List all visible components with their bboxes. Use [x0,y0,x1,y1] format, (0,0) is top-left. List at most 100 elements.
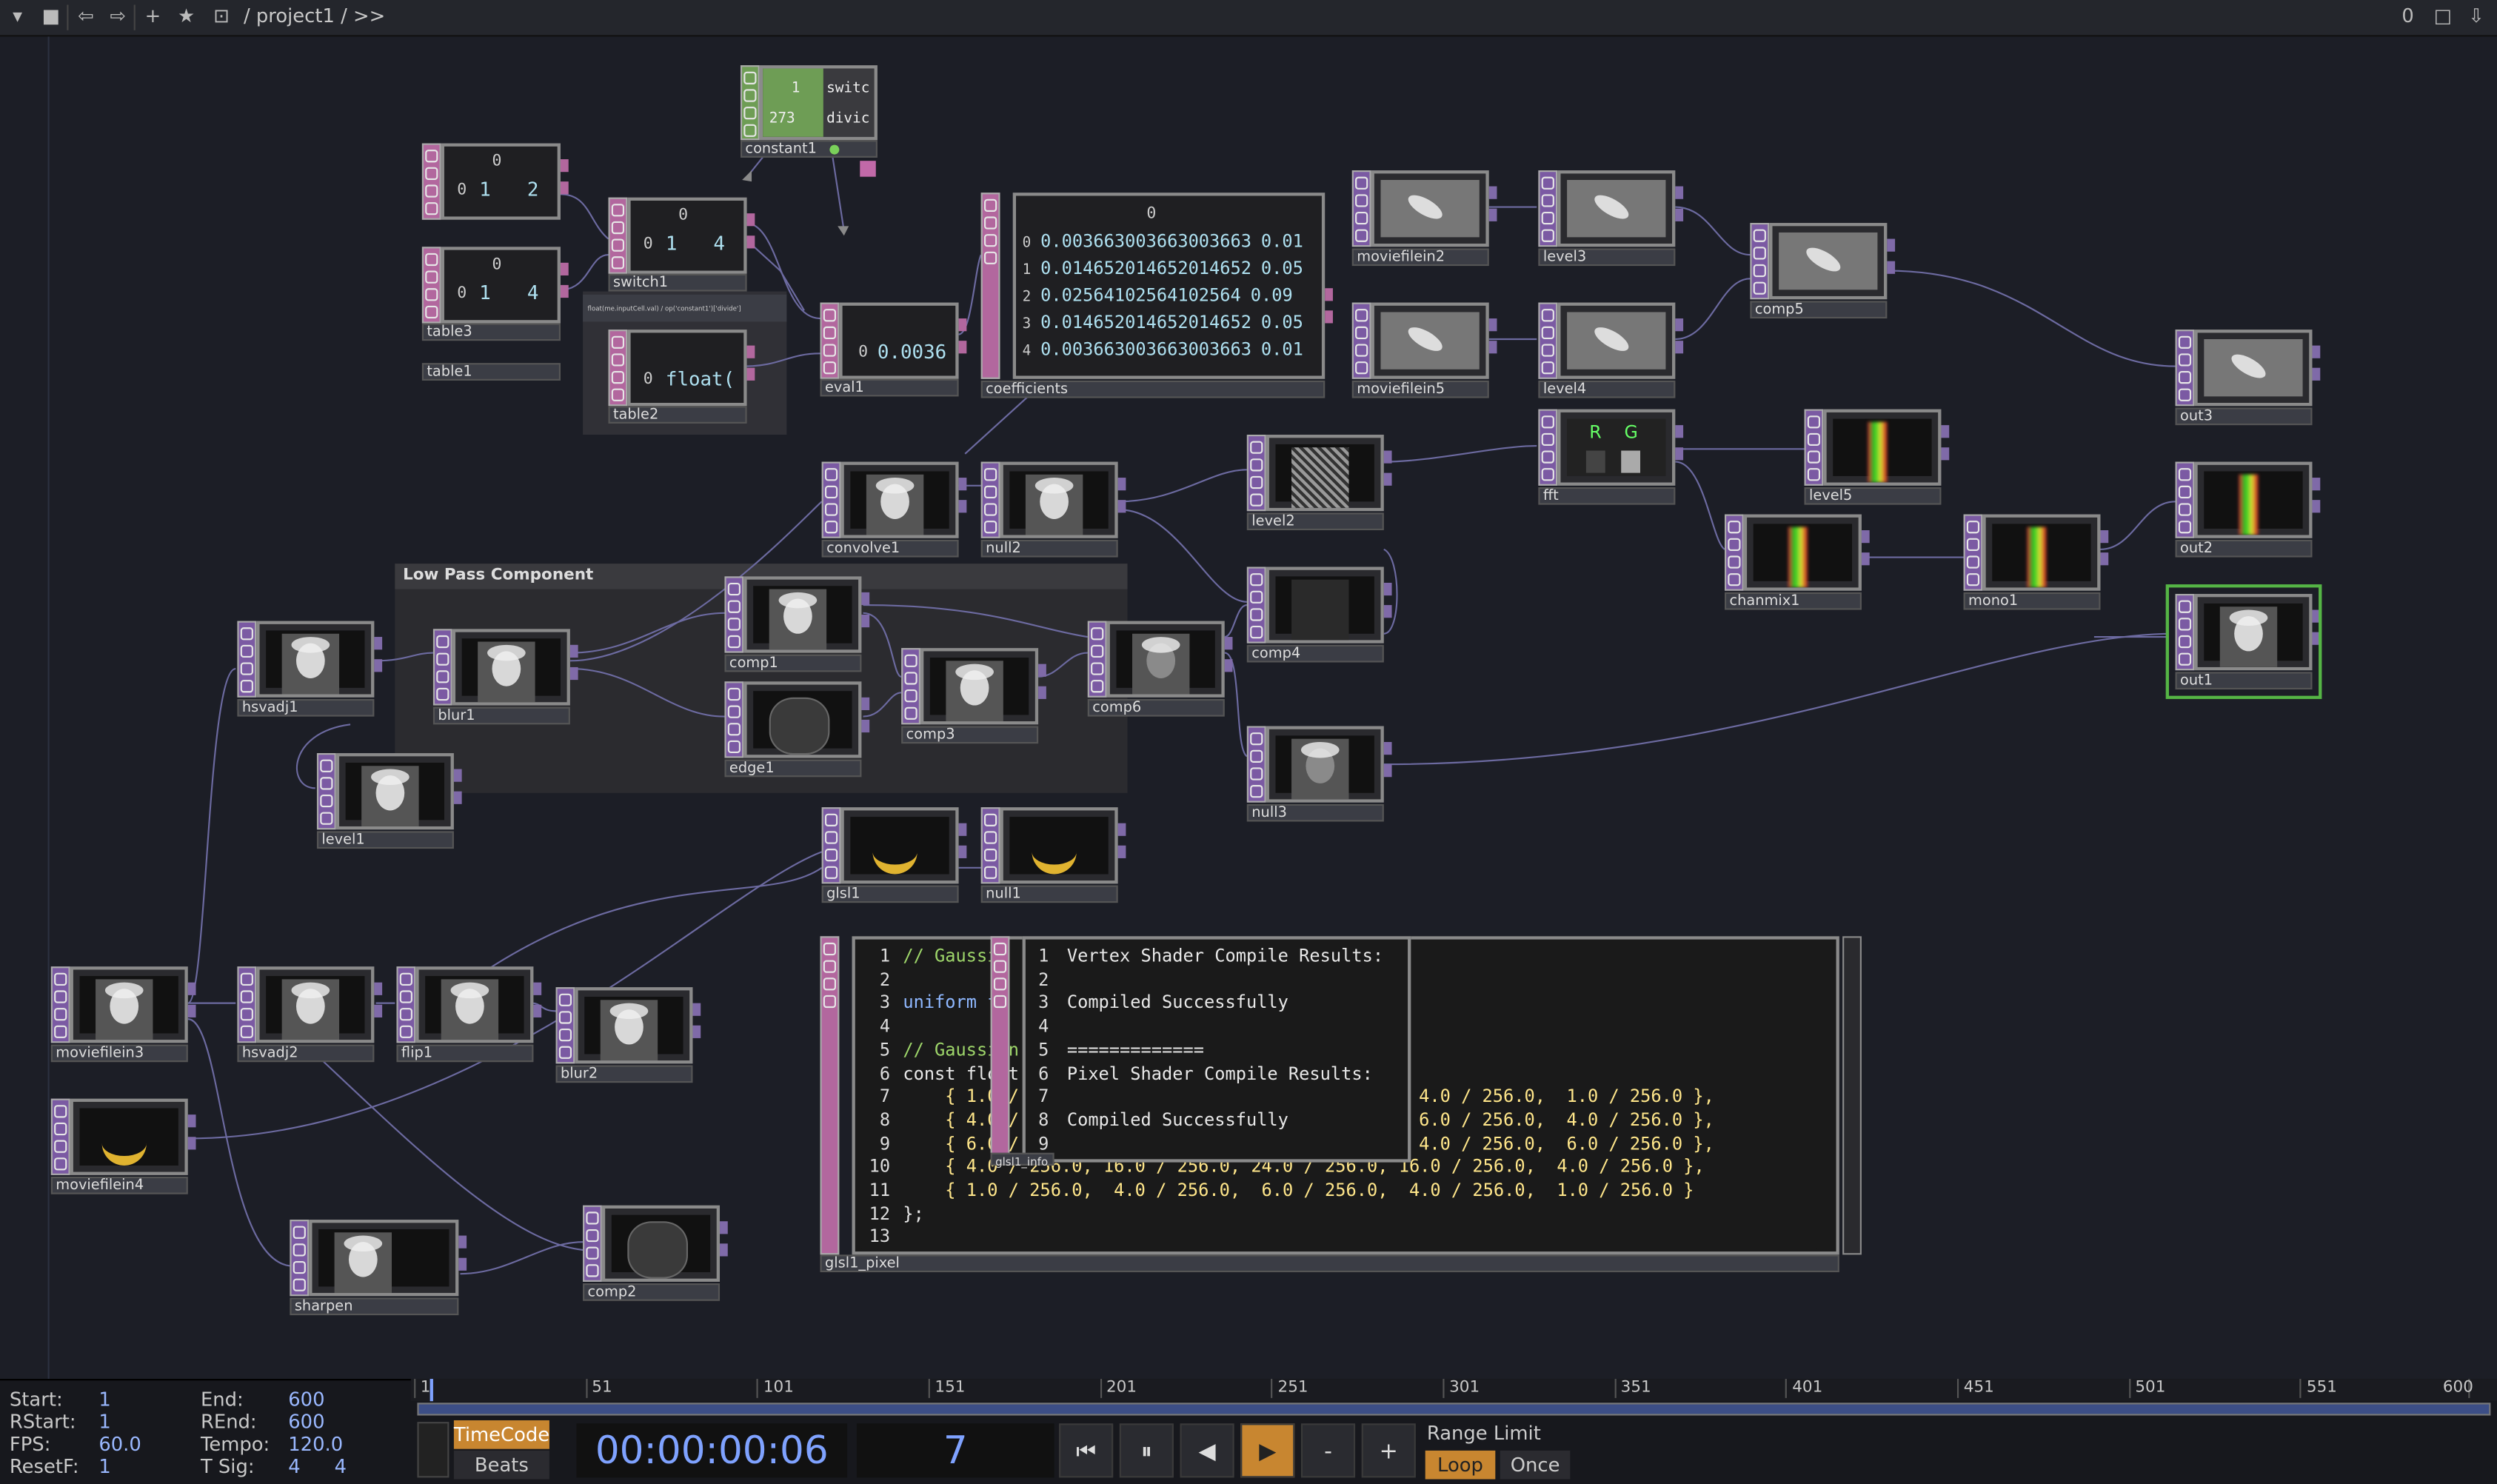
editor-scrollbar[interactable] [1842,936,1862,1255]
node-label[interactable]: moviefilein2 [1351,248,1489,267]
node-label[interactable]: mono1 [1963,592,2101,610]
node-label[interactable]: fft [1538,487,1676,505]
node-label[interactable]: null3 [1246,803,1384,822]
table-header: 0 [492,256,502,274]
decrement-button[interactable]: - [1300,1423,1356,1478]
coefficient-row: 1 0.014652014652014652 0.05 [1022,258,1303,279]
time-mode-toggle[interactable] [417,1422,449,1478]
loop-button[interactable]: Loop [1425,1450,1496,1480]
preview-thumbnail [753,586,852,650]
info-line: 2 [1038,969,1049,990]
ruler-tick-label: 600 [2442,1379,2473,1397]
node-label[interactable]: null2 [980,539,1118,558]
skip-to-start-icon[interactable]: ⏮ [1059,1423,1114,1478]
node-label[interactable]: glsl1 [821,885,959,903]
row-index: 0 [858,344,869,362]
frame-ruler[interactable]: 1 51 101 151 201 251 301 351 401 451 501 551 600 [410,1379,2497,1402]
preview-thumbnail [1009,471,1109,535]
code-line-tail: 4.0 / 256.0, 1.0 / 256.0 }, [1419,1086,1714,1107]
active-flag-icon[interactable] [829,144,840,155]
node-label[interactable]: coefficients [980,380,1326,398]
node-label[interactable]: null1 [980,885,1118,903]
channel-name: switc [826,81,870,98]
tsig-value-b: 4 [334,1455,347,1478]
frame-display[interactable]: 7 [856,1423,1054,1478]
node-label[interactable]: comp1 [724,654,862,672]
increment-button[interactable]: + [1361,1423,1416,1478]
node-label[interactable]: out2 [2175,539,2313,558]
channel-g-label: G [1624,421,1638,443]
code-line: 13 [869,1226,891,1248]
wire [863,604,1088,638]
node-label[interactable]: table2 [608,406,747,424]
row-index: 0 [457,284,467,303]
ruler-tick-label: 1 [420,1379,431,1397]
node-label[interactable]: edge1 [724,759,862,778]
preview-thumbnail [753,691,852,755]
node-label[interactable]: comp2 [583,1283,721,1301]
node-label[interactable]: comp4 [1246,644,1384,663]
preview-thumbnail [1567,179,1666,238]
node-label[interactable]: moviefilein4 [50,1176,188,1194]
cell-value: 1 [479,281,491,304]
preview-thumbnail [2204,338,2303,397]
ruler-tick-label: 251 [1277,1379,1308,1397]
node-label[interactable]: level5 [1804,487,1942,505]
once-button[interactable]: Once [1500,1450,1571,1480]
info-line: 6 Pixel Shader Compile Results: [1038,1063,1373,1084]
tsig-label: T Sig: [200,1455,255,1478]
code-line: 12}; [869,1203,924,1224]
wire [1383,444,1537,463]
node-label[interactable]: comp5 [1750,301,1888,319]
timecode-display[interactable]: 00:00:00:06 [576,1423,848,1478]
node-label[interactable]: convolve1 [821,539,959,558]
preview-thumbnail [1779,232,1878,290]
node-label[interactable]: level2 [1246,512,1384,531]
ruler-tick-label: 201 [1106,1379,1137,1397]
node-label[interactable]: comp6 [1087,698,1225,717]
ruler-tick [1271,1379,1274,1398]
playhead[interactable] [429,1379,433,1402]
wire [1117,469,1247,503]
preview-thumbnail [1992,524,2091,588]
node-label[interactable]: constant1 [740,140,878,158]
ruler-tick-label: 151 [935,1379,966,1397]
node-label[interactable]: glsl1_pixel [820,1254,1839,1273]
ruler-tick [1957,1379,1959,1398]
node-label[interactable]: level4 [1538,380,1676,398]
node-label[interactable]: switch1 [608,273,747,292]
node-label[interactable]: level1 [316,831,454,849]
node-label[interactable]: chanmix1 [1724,592,1862,610]
node-label[interactable]: comp3 [901,726,1039,744]
node-label[interactable]: hsvadj1 [237,698,375,717]
timecode-button[interactable]: TimeCode [453,1420,549,1449]
node-label[interactable]: table3 [421,323,561,341]
node-label[interactable]: moviefilein3 [50,1044,188,1063]
info-line: 3 Compiled Successfully [1038,992,1288,1014]
rstart-value: 1 [98,1411,111,1434]
node-label[interactable]: sharpen [290,1297,459,1316]
output-connector[interactable] [860,161,876,177]
info-line: 1 Vertex Shader Compile Results: [1038,946,1384,967]
node-label[interactable]: hsvadj2 [237,1044,375,1063]
node-label[interactable]: glsl1_info [990,1152,1054,1169]
range-bar[interactable] [417,1403,2491,1416]
node-label[interactable]: table1 [421,363,561,381]
play-icon[interactable]: ▶ [1240,1423,1295,1478]
node-label[interactable]: out3 [2175,407,2313,426]
wire [1117,508,1247,603]
node-label[interactable]: moviefilein5 [1351,380,1489,398]
node-label[interactable]: level3 [1538,248,1676,267]
info-line: 5 ============= [1038,1039,1204,1060]
node-label[interactable]: blur2 [555,1065,693,1083]
ruler-tick-label: 501 [2135,1379,2166,1397]
pause-icon[interactable]: ⏸ [1119,1423,1174,1478]
table-header: 0 [678,207,689,225]
beats-button[interactable]: Beats [453,1450,549,1480]
node-label[interactable]: flip1 [396,1044,534,1063]
step-back-icon[interactable]: ◀ [1180,1423,1234,1478]
node-label[interactable]: eval1 [820,378,959,397]
coefficient-row: 4 0.003663003663003663 0.01 [1022,338,1303,360]
preview-thumbnail [1275,735,1374,800]
node-label[interactable]: blur1 [432,706,570,725]
